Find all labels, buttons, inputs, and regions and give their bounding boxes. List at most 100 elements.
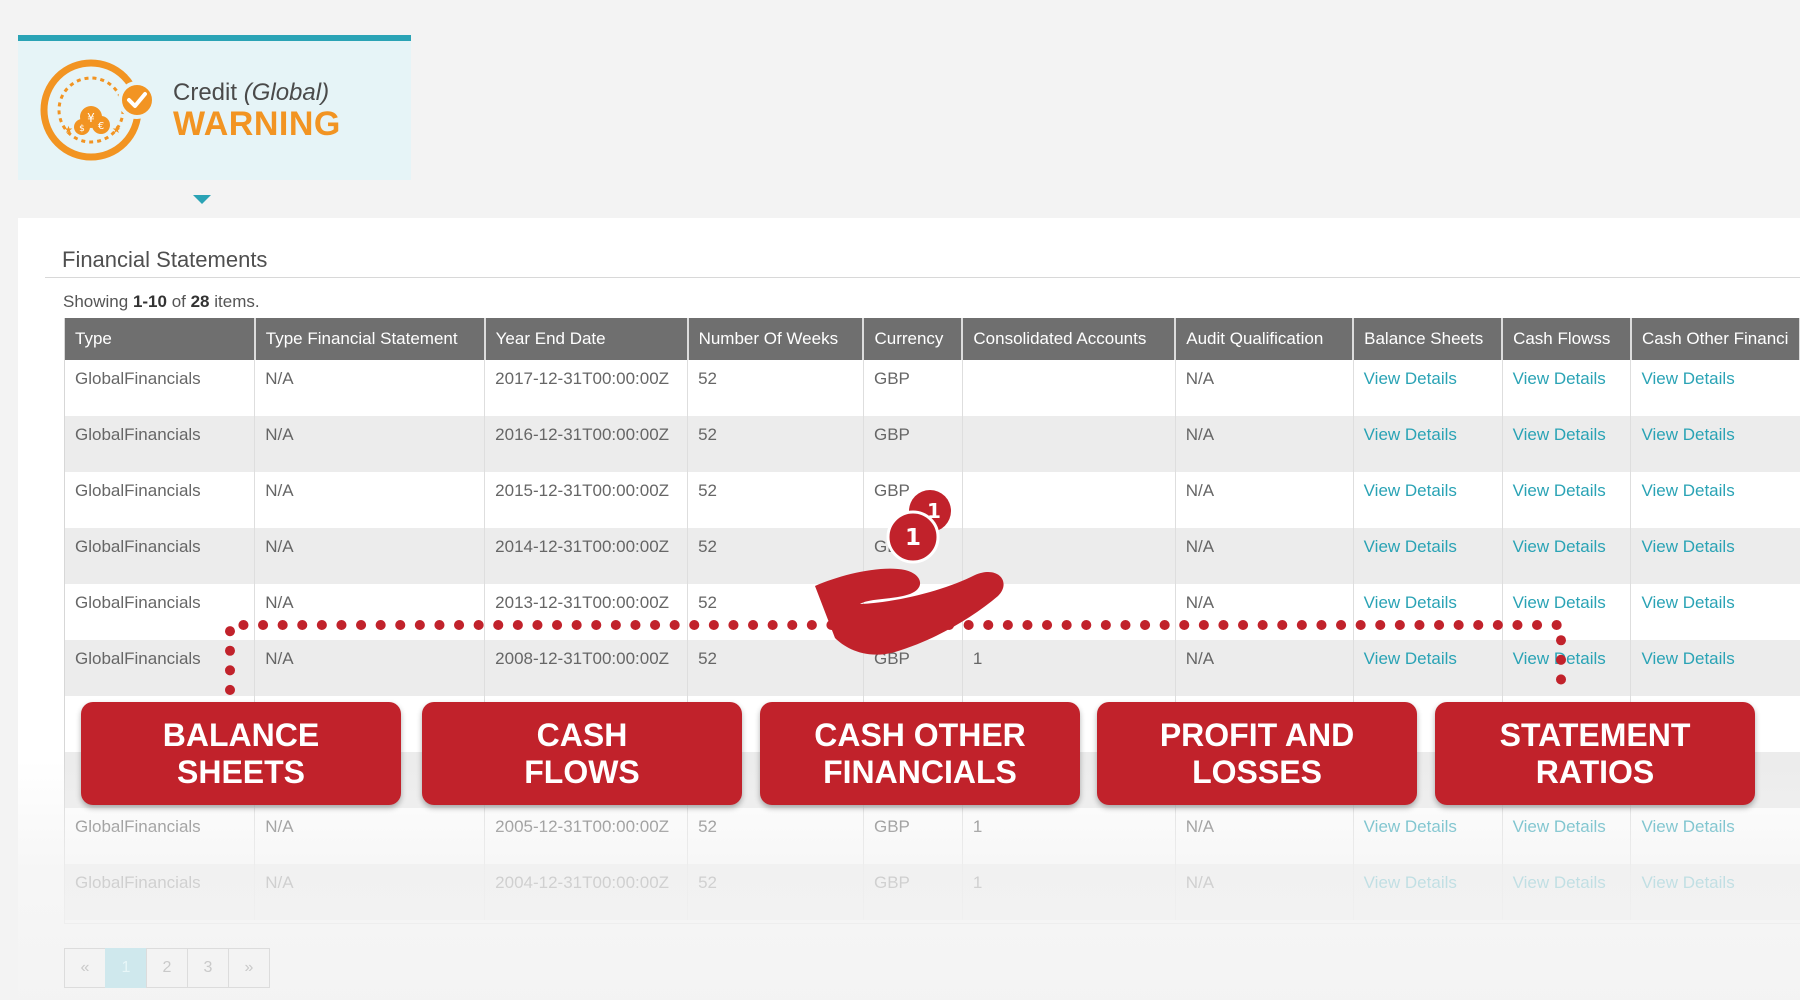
table-row: GlobalFinancials N/A 2005-12-31T00:00:00Z 5… bbox=[65, 808, 1800, 864]
table-cell bbox=[863, 584, 963, 640]
column-header[interactable]: Cash Other Financi bbox=[1630, 318, 1800, 360]
tag-line-2: SHEETS bbox=[176, 753, 306, 790]
table-cell: N/A bbox=[1175, 864, 1354, 920]
credit-status-card: ¥ € $ ★ ★ Credit (Global) WARNING bbox=[18, 35, 411, 180]
table-cell: N/A bbox=[254, 360, 486, 416]
pagination-prev[interactable]: « bbox=[64, 948, 106, 988]
svg-text:¥: ¥ bbox=[87, 111, 95, 125]
view-details-link[interactable]: View Details bbox=[1364, 425, 1457, 444]
view-details-link[interactable]: View Details bbox=[1641, 649, 1734, 668]
table-cell: 52 bbox=[687, 864, 864, 920]
table-cell: N/A bbox=[254, 416, 486, 472]
table-cell: View Details bbox=[1502, 360, 1632, 416]
table-cell: 2015-12-31T00:00:00Z bbox=[484, 472, 689, 528]
table-row: GlobalFinancials N/A 2008-12-31T00:00:00Z 5… bbox=[65, 640, 1800, 696]
column-header[interactable]: Cash Flowss bbox=[1502, 318, 1632, 360]
pagination-page-3[interactable]: 3 bbox=[187, 948, 229, 988]
cash-other-financials-tag: CASH OTHER FINANCIALS bbox=[760, 702, 1080, 805]
view-details-link[interactable]: View Details bbox=[1364, 649, 1457, 668]
view-details-link[interactable]: View Details bbox=[1513, 593, 1606, 612]
svg-text:$: $ bbox=[79, 124, 85, 134]
column-header[interactable]: Audit Qualification bbox=[1175, 318, 1355, 360]
table-cell bbox=[962, 416, 1176, 472]
view-details-link[interactable]: View Details bbox=[1513, 649, 1606, 668]
view-details-link[interactable]: View Details bbox=[1641, 481, 1734, 500]
table-cell: GBP bbox=[863, 808, 963, 864]
view-details-link[interactable]: View Details bbox=[1364, 593, 1457, 612]
view-details-link[interactable]: View Details bbox=[1513, 817, 1606, 836]
table-cell: N/A bbox=[254, 808, 486, 864]
column-header[interactable]: Type Financial Statement bbox=[254, 318, 486, 360]
table-cell bbox=[962, 472, 1176, 528]
section-divider bbox=[45, 277, 1800, 278]
table-cell: 52 bbox=[687, 416, 864, 472]
view-details-link[interactable]: View Details bbox=[1513, 481, 1606, 500]
table-cell: N/A bbox=[1175, 640, 1354, 696]
table-cell: GBP bbox=[863, 528, 963, 584]
table-cell: 2017-12-31T00:00:00Z bbox=[484, 360, 689, 416]
financial-statements-table-wrapper: Type Type Financial Statement Year End Dat… bbox=[64, 318, 1800, 924]
table-cell: 2005-12-31T00:00:00Z bbox=[484, 808, 689, 864]
table-cell: GlobalFinancials bbox=[65, 416, 256, 472]
table-cell bbox=[962, 360, 1176, 416]
view-details-link[interactable]: View Details bbox=[1513, 425, 1606, 444]
chevron-down-icon[interactable] bbox=[193, 195, 211, 204]
table-row: GlobalFinancials N/A 2014-12-31T00:00:00Z 5… bbox=[65, 528, 1800, 584]
view-details-link[interactable]: View Details bbox=[1641, 873, 1734, 892]
pagination-page-2[interactable]: 2 bbox=[146, 948, 188, 988]
table-cell: N/A bbox=[1175, 472, 1354, 528]
table-cell bbox=[962, 528, 1176, 584]
view-details-link[interactable]: View Details bbox=[1641, 369, 1734, 388]
table-cell: N/A bbox=[254, 472, 486, 528]
view-details-link[interactable]: View Details bbox=[1364, 873, 1457, 892]
column-header[interactable]: Balance Sheets bbox=[1353, 318, 1504, 360]
table-cell: 2008-12-31T00:00:00Z bbox=[484, 640, 689, 696]
column-header[interactable]: Consolidated Accounts bbox=[962, 318, 1177, 360]
table-cell: View Details bbox=[1630, 640, 1800, 696]
table-cell: GBP bbox=[863, 640, 963, 696]
pagination-next[interactable]: » bbox=[228, 948, 270, 988]
view-details-link[interactable]: View Details bbox=[1641, 537, 1734, 556]
table-cell: View Details bbox=[1502, 640, 1632, 696]
summary-of: of bbox=[166, 292, 191, 311]
view-details-link[interactable]: View Details bbox=[1364, 537, 1457, 556]
view-details-link[interactable]: View Details bbox=[1513, 537, 1606, 556]
summary-suffix: items. bbox=[209, 292, 260, 311]
table-cell: N/A bbox=[254, 640, 486, 696]
view-details-link[interactable]: View Details bbox=[1641, 593, 1734, 612]
column-header[interactable]: Year End Date bbox=[484, 318, 689, 360]
view-details-link[interactable]: View Details bbox=[1364, 817, 1457, 836]
table-cell: 52 bbox=[687, 640, 864, 696]
section-title: Financial Statements bbox=[62, 247, 268, 272]
table-cell: View Details bbox=[1630, 416, 1800, 472]
table-cell: 52 bbox=[687, 360, 864, 416]
view-details-link[interactable]: View Details bbox=[1364, 369, 1457, 388]
view-details-link[interactable]: View Details bbox=[1641, 425, 1734, 444]
tag-line-2: FINANCIALS bbox=[823, 753, 1017, 790]
view-details-link[interactable]: View Details bbox=[1364, 481, 1457, 500]
table-cell: GlobalFinancials bbox=[65, 584, 256, 640]
table-cell: View Details bbox=[1502, 528, 1632, 584]
table-cell: GlobalFinancials bbox=[65, 472, 256, 528]
column-header[interactable]: Type bbox=[65, 318, 256, 360]
table-cell: N/A bbox=[1175, 416, 1354, 472]
column-header[interactable]: Number Of Weeks bbox=[687, 318, 865, 360]
column-header[interactable]: Currency bbox=[863, 318, 964, 360]
table-header-row: Type Type Financial Statement Year End Dat… bbox=[65, 318, 1800, 360]
view-details-link[interactable]: View Details bbox=[1641, 817, 1734, 836]
table-row: GlobalFinancials N/A 2017-12-31T00:00:00Z 5… bbox=[65, 360, 1800, 416]
table-cell: View Details bbox=[1353, 528, 1503, 584]
table-cell: 2004-12-31T00:00:00Z bbox=[484, 864, 689, 920]
view-details-link[interactable]: View Details bbox=[1513, 873, 1606, 892]
financial-statements-table: Type Type Financial Statement Year End Dat… bbox=[65, 318, 1800, 920]
table-cell: View Details bbox=[1630, 528, 1800, 584]
pagination-page-1[interactable]: 1 bbox=[105, 948, 147, 988]
profit-and-losses-tag: PROFIT AND LOSSES bbox=[1097, 702, 1417, 805]
summary-prefix: Showing bbox=[63, 292, 133, 311]
table-cell: 2016-12-31T00:00:00Z bbox=[484, 416, 689, 472]
table-cell: GBP bbox=[863, 360, 963, 416]
cash-flows-tag: CASH FLOWS bbox=[422, 702, 742, 805]
view-details-link[interactable]: View Details bbox=[1513, 369, 1606, 388]
tag-line-2: FLOWS bbox=[524, 753, 640, 790]
table-cell: 52 bbox=[687, 584, 864, 640]
